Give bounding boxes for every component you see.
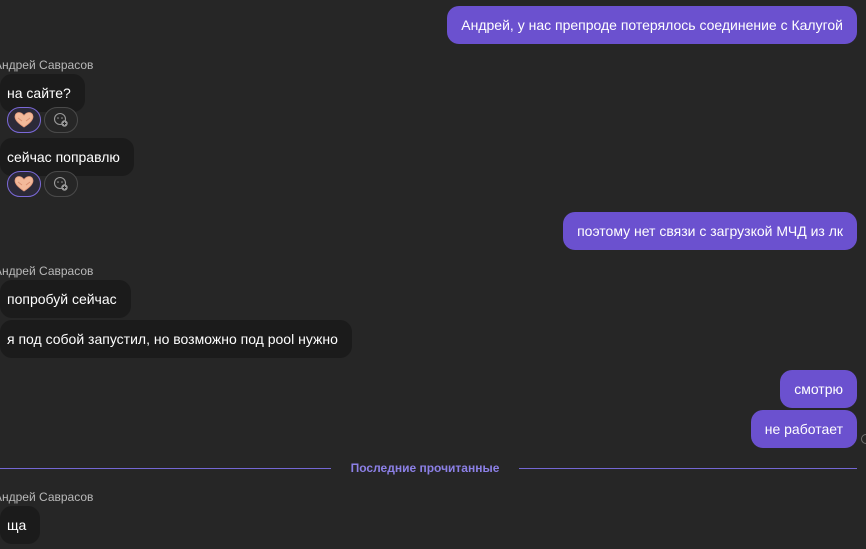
message-text: на сайте? [7,85,71,101]
message-text: ща [7,517,27,533]
divider-line [0,468,331,469]
message-text: смотрю [794,381,843,397]
chat-message-list: Андрей, у нас препроде потерялось соедин… [0,0,866,549]
reaction-heart-hands[interactable] [7,171,41,197]
read-status-icon [861,434,866,444]
outgoing-message[interactable]: Андрей, у нас препроде потерялось соедин… [447,6,857,44]
message-text: Андрей, у нас препроде потерялось соедин… [461,17,843,33]
last-read-divider: Последние прочитанные [0,461,857,475]
incoming-message[interactable]: попробуй сейчас [0,280,131,318]
sender-name: Андрей Саврасов [0,58,94,72]
message-reactions [7,107,78,133]
divider-line [519,468,857,469]
heart-hands-icon [14,176,34,192]
message-text: сейчас поправлю [7,149,120,165]
incoming-message[interactable]: я под собой запустил, но возможно под po… [0,320,352,358]
sender-name: Андрей Саврасов [0,490,94,504]
message-text: попробуй сейчас [7,291,117,307]
divider-label: Последние прочитанные [350,461,500,475]
add-reaction-icon [53,176,68,191]
add-reaction-button[interactable] [44,107,78,133]
message-text: не работает [764,421,843,437]
add-reaction-icon [53,112,68,127]
message-text: я под собой запустил, но возможно под po… [7,331,338,347]
add-reaction-button[interactable] [44,171,78,197]
message-reactions [7,171,78,197]
outgoing-message[interactable]: поэтому нет связи с загрузкой МЧД из лк [563,212,857,250]
message-text: поэтому нет связи с загрузкой МЧД из лк [577,223,843,239]
heart-hands-icon [14,112,34,128]
outgoing-message[interactable]: не работает [750,410,857,448]
reaction-heart-hands[interactable] [7,107,41,133]
sender-name: Андрей Саврасов [0,264,94,278]
incoming-message[interactable]: ща [0,506,41,544]
outgoing-message[interactable]: смотрю [780,370,857,408]
